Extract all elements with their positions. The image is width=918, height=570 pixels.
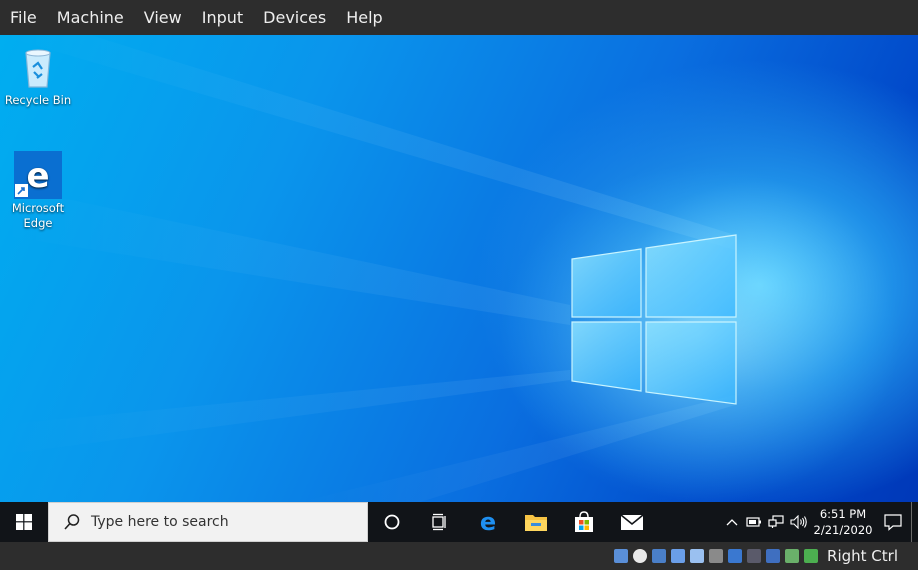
desktop-icon-recycle-bin[interactable]: Recycle Bin	[0, 43, 76, 108]
display-icon[interactable]	[709, 549, 724, 563]
search-icon	[64, 514, 80, 530]
show-desktop-button[interactable]	[911, 502, 918, 542]
svg-text:e: e	[26, 156, 49, 196]
cortana-button[interactable]	[368, 502, 416, 542]
battery-button[interactable]	[743, 502, 765, 542]
task-view-button[interactable]	[416, 502, 464, 542]
taskbar-store-button[interactable]	[560, 502, 608, 542]
desktop-icon-label: Recycle Bin	[4, 93, 72, 107]
mouse-integration-icon[interactable]	[785, 549, 800, 563]
desktop[interactable]: Recycle Bin e Microsoft Edge	[0, 35, 918, 502]
edge-icon: e	[14, 151, 62, 199]
vbox-statusbar: Right Ctrl	[0, 542, 918, 570]
usb-icon[interactable]	[671, 549, 686, 563]
windows-logo-icon	[16, 514, 32, 530]
desktop-icon-label: Microsoft Edge	[11, 201, 65, 230]
clock[interactable]: 6:51 PM 2/21/2020	[811, 502, 875, 542]
chevron-up-icon	[726, 519, 738, 526]
taskbar: Type here to search e 6:51 PM 2/21/2020	[0, 502, 918, 542]
start-button[interactable]	[0, 502, 48, 542]
mail-icon	[620, 514, 644, 530]
network-button[interactable]	[765, 502, 787, 542]
taskbar-search-box[interactable]: Type here to search	[48, 502, 368, 542]
keyboard-icon[interactable]	[804, 549, 819, 563]
action-center-button[interactable]	[875, 502, 911, 542]
menu-view[interactable]: View	[134, 0, 192, 35]
show-hidden-icons-button[interactable]	[721, 502, 743, 542]
menu-file[interactable]: File	[0, 0, 47, 35]
volume-button[interactable]	[787, 502, 811, 542]
store-icon	[575, 511, 593, 532]
optical-drive-icon[interactable]	[614, 549, 629, 563]
battery-icon	[746, 517, 761, 527]
video-capture-icon[interactable]	[728, 549, 743, 563]
file-explorer-icon	[525, 515, 547, 531]
audio-icon[interactable]	[633, 549, 648, 563]
search-placeholder: Type here to search	[91, 514, 229, 530]
menu-help[interactable]: Help	[336, 0, 392, 35]
network-icon	[768, 515, 784, 528]
menu-machine[interactable]: Machine	[47, 0, 134, 35]
svg-text:e: e	[480, 510, 496, 534]
edge-icon: e	[480, 510, 496, 534]
recycle-bin-icon	[14, 43, 62, 91]
network-adapter-icon[interactable]	[652, 549, 667, 563]
task-view-icon	[432, 513, 446, 531]
taskbar-mail-button[interactable]	[608, 502, 656, 542]
recording-icon[interactable]	[747, 549, 762, 563]
desktop-icon-microsoft-edge[interactable]: e Microsoft Edge	[0, 151, 76, 231]
shared-folders-icon[interactable]	[690, 549, 705, 563]
host-key-label: Right Ctrl	[827, 547, 898, 565]
volume-icon	[790, 515, 807, 529]
taskbar-edge-button[interactable]: e	[464, 502, 512, 542]
wallpaper	[0, 35, 900, 502]
system-tray: 6:51 PM 2/21/2020	[721, 502, 918, 542]
menu-devices[interactable]: Devices	[253, 0, 336, 35]
clock-time: 6:51 PM	[819, 507, 867, 521]
cpu-icon[interactable]	[766, 549, 781, 563]
taskbar-file-explorer-button[interactable]	[512, 502, 560, 542]
action-center-icon	[884, 514, 902, 531]
menu-input[interactable]: Input	[192, 0, 253, 35]
virtualbox-window: File Machine View Input Devices Help Rec…	[0, 0, 918, 570]
clock-date: 2/21/2020	[813, 523, 873, 537]
vbox-menubar: File Machine View Input Devices Help	[0, 0, 918, 35]
cortana-icon	[384, 514, 400, 530]
